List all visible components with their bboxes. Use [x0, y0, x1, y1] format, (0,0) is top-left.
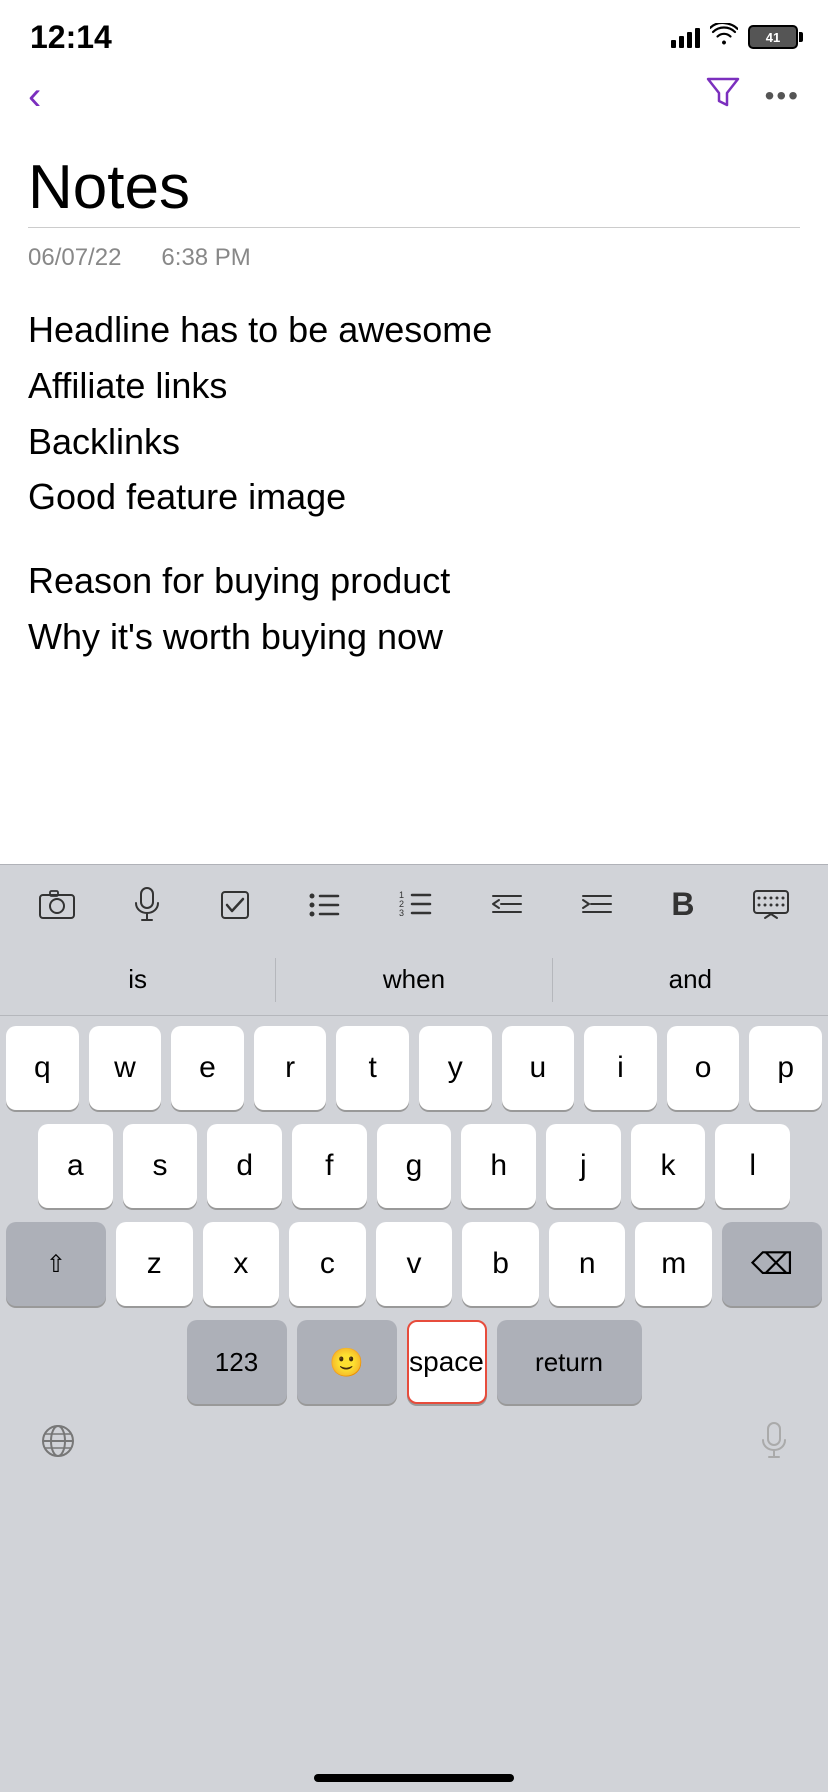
note-line-3: Backlinks: [28, 414, 800, 470]
toolbar-bold[interactable]: B: [661, 878, 704, 931]
suggestion-is[interactable]: is: [0, 944, 275, 1015]
key-m[interactable]: m: [635, 1222, 712, 1306]
note-title: Notes: [28, 152, 800, 223]
note-time: 6:38 PM: [161, 244, 250, 272]
key-emoji[interactable]: 🙂: [297, 1320, 397, 1404]
home-indicator: [314, 1774, 514, 1782]
key-d[interactable]: d: [207, 1124, 282, 1208]
key-g[interactable]: g: [377, 1124, 452, 1208]
key-f[interactable]: f: [292, 1124, 367, 1208]
note-line-6: Why it's worth buying now: [28, 609, 800, 665]
back-button[interactable]: ‹: [28, 76, 41, 116]
key-x[interactable]: x: [203, 1222, 280, 1306]
key-j[interactable]: j: [546, 1124, 621, 1208]
suggestion-and[interactable]: and: [553, 944, 828, 1015]
wifi-icon: [710, 23, 738, 51]
globe-mic-row: [0, 1414, 828, 1468]
key-q[interactable]: q: [6, 1026, 79, 1110]
signal-icon: [671, 26, 700, 48]
key-return[interactable]: return: [497, 1320, 642, 1404]
key-row-3: ⇧ z x c v b n m ⌫: [6, 1222, 822, 1306]
note-line-4: Good feature image: [28, 469, 800, 525]
key-k[interactable]: k: [631, 1124, 706, 1208]
key-rows: q w e r t y u i o p a s d f g h j k l ⇧ …: [0, 1016, 828, 1306]
key-r[interactable]: r: [254, 1026, 327, 1110]
note-line-1: Headline has to be awesome: [28, 302, 800, 358]
key-e[interactable]: e: [171, 1026, 244, 1110]
title-divider: [28, 227, 800, 228]
globe-button[interactable]: [40, 1423, 76, 1467]
key-a[interactable]: a: [38, 1124, 113, 1208]
key-u[interactable]: u: [502, 1026, 575, 1110]
keyboard-toolbar: 1 2 3 B: [0, 864, 828, 944]
keyboard-mic-button[interactable]: [760, 1422, 788, 1468]
status-bar: 12:14 41: [0, 0, 828, 60]
nav-right: •••: [705, 75, 800, 117]
key-shift[interactable]: ⇧: [6, 1222, 106, 1306]
key-z[interactable]: z: [116, 1222, 193, 1306]
toolbar-hide-keyboard[interactable]: [743, 882, 799, 928]
key-y[interactable]: y: [419, 1026, 492, 1110]
key-o[interactable]: o: [667, 1026, 740, 1110]
more-button[interactable]: •••: [765, 80, 800, 112]
keyboard: is when and q w e r t y u i o p a s d f …: [0, 944, 828, 1792]
key-l[interactable]: l: [715, 1124, 790, 1208]
note-line-5: Reason for buying product: [28, 553, 800, 609]
key-t[interactable]: t: [336, 1026, 409, 1110]
suggestions-row: is when and: [0, 944, 828, 1016]
key-i[interactable]: i: [584, 1026, 657, 1110]
key-p[interactable]: p: [749, 1026, 822, 1110]
toolbar-outdent[interactable]: [481, 884, 533, 926]
battery-icon: 41: [748, 25, 798, 49]
note-meta: 06/07/22 6:38 PM: [28, 244, 800, 272]
toolbar-indent[interactable]: [571, 884, 623, 926]
key-h[interactable]: h: [461, 1124, 536, 1208]
note-line-2: Affiliate links: [28, 358, 800, 414]
note-date: 06/07/22: [28, 244, 121, 272]
toolbar-numbered-list[interactable]: 1 2 3: [388, 882, 442, 928]
key-n[interactable]: n: [549, 1222, 626, 1306]
svg-text:3: 3: [399, 908, 404, 918]
toolbar-checkbox[interactable]: [210, 882, 260, 928]
toolbar-camera[interactable]: [29, 882, 85, 928]
bottom-row: 123 🙂 space return: [0, 1320, 828, 1404]
key-123[interactable]: 123: [187, 1320, 287, 1404]
key-w[interactable]: w: [89, 1026, 162, 1110]
key-backspace[interactable]: ⌫: [722, 1222, 822, 1306]
status-time: 12:14: [30, 19, 112, 56]
toolbar-list[interactable]: [298, 883, 350, 927]
toolbar-mic[interactable]: [123, 879, 171, 931]
key-space[interactable]: space: [407, 1320, 487, 1404]
status-icons: 41: [671, 23, 798, 51]
key-row-1: q w e r t y u i o p: [6, 1026, 822, 1110]
key-c[interactable]: c: [289, 1222, 366, 1306]
key-v[interactable]: v: [376, 1222, 453, 1306]
suggestion-when[interactable]: when: [276, 944, 551, 1015]
key-s[interactable]: s: [123, 1124, 198, 1208]
note-body[interactable]: Headline has to be awesome Affiliate lin…: [28, 302, 800, 665]
key-row-2: a s d f g h j k l: [6, 1124, 822, 1208]
filter-icon[interactable]: [705, 75, 741, 117]
nav-bar: ‹ •••: [0, 60, 828, 132]
key-b[interactable]: b: [462, 1222, 539, 1306]
content-area: Notes 06/07/22 6:38 PM Headline has to b…: [0, 132, 828, 665]
